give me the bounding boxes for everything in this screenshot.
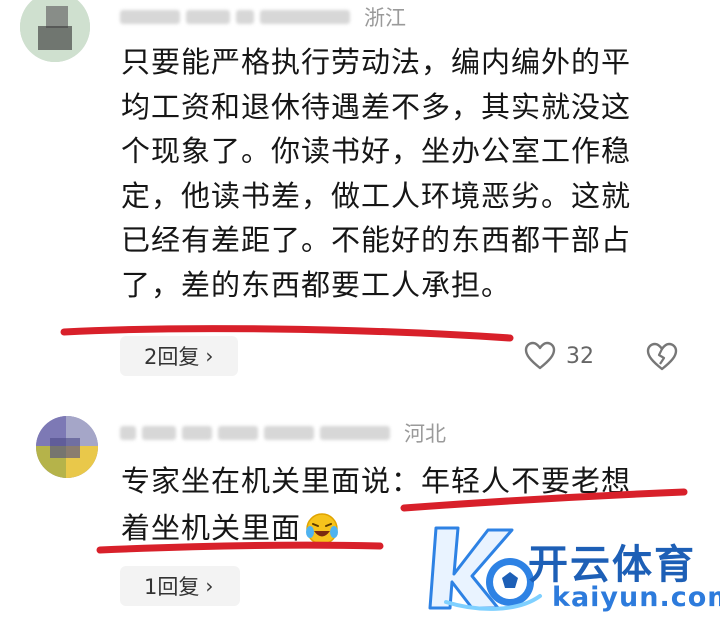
text-line: 只要能严格执行劳动法，编内编外的平 <box>121 45 632 79</box>
like-count: 32 <box>566 343 594 369</box>
heart-icon <box>524 341 556 370</box>
text-line: 个现象了。你读书好，坐办公室工作稳 <box>121 134 632 168</box>
replies-button[interactable]: 1回复 › <box>120 566 240 606</box>
text-line: 均工资和退休待遇差不多，其实就没这 <box>121 89 632 124</box>
text-line: 定，他读书差，做工人环境恶劣。这就 <box>121 178 632 213</box>
replies-count-label: 1回复 <box>144 575 200 599</box>
comment-text: 只要能严格执行劳动法，编内编外的平 均工资和退休待遇差不多，其实就没这 个现象了… <box>121 40 631 307</box>
watermark-url: kaiyun.com <box>552 582 720 613</box>
comment-1: 浙江 只要能严格执行劳动法，编内编外的平 均工资和退休待遇差不多，其实就没这 个… <box>0 0 720 400</box>
replies-count-label: 2回复 <box>144 345 200 369</box>
replies-button[interactable]: 2回复 › <box>120 336 238 376</box>
comment-meta: 河北 <box>120 418 446 448</box>
text-line: 已经有差距了。不能好的东西都干部占 <box>121 223 632 257</box>
location-label: 浙江 <box>364 6 406 30</box>
text-line: 了，差的东西都要工人承担。 <box>121 267 512 302</box>
chevron-right-icon: › <box>205 574 214 598</box>
like-button[interactable]: 32 <box>524 341 594 371</box>
red-underline-annotation <box>96 541 384 554</box>
location-label: 河北 <box>404 422 446 446</box>
chevron-right-icon: › <box>205 344 214 368</box>
comment-meta: 浙江 <box>120 2 406 32</box>
username-blurred[interactable] <box>120 426 390 440</box>
avatar[interactable] <box>20 0 90 62</box>
username-blurred[interactable] <box>120 10 350 24</box>
broken-heart-icon[interactable] <box>646 342 678 372</box>
avatar[interactable] <box>36 416 98 478</box>
brand-watermark: 开云体育 kaiyun.com <box>428 512 720 622</box>
